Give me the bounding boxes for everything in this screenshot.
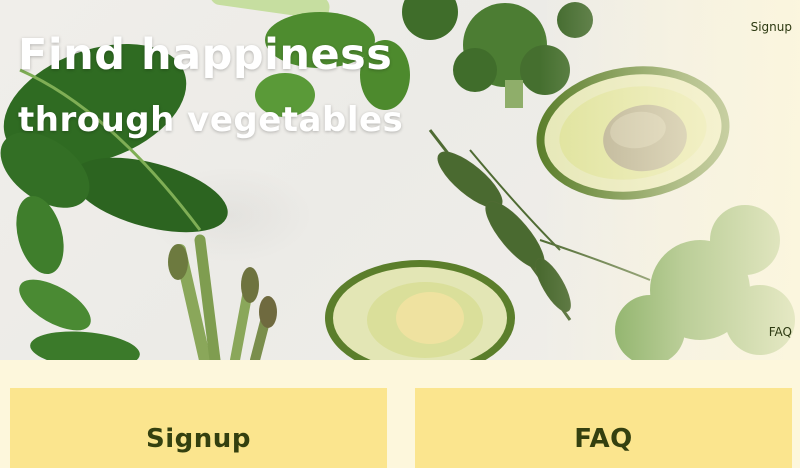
avocado-bottom [325,260,515,360]
faq-card-button[interactable]: FAQ [415,388,792,468]
hero-headline-line2: through vegetables [18,100,404,140]
hero-banner: Find happiness through vegetables Signup… [0,0,800,360]
asparagus [168,234,277,360]
hero-headline-line1: Find happiness [18,30,393,80]
signup-card-button[interactable]: Signup [10,388,387,468]
signup-card-label: Signup [146,424,251,454]
right-fade-overlay [540,0,800,360]
nav-faq-link[interactable]: FAQ [769,325,792,339]
nav-signup-link[interactable]: Signup [751,20,792,34]
faq-card-label: FAQ [574,424,633,454]
